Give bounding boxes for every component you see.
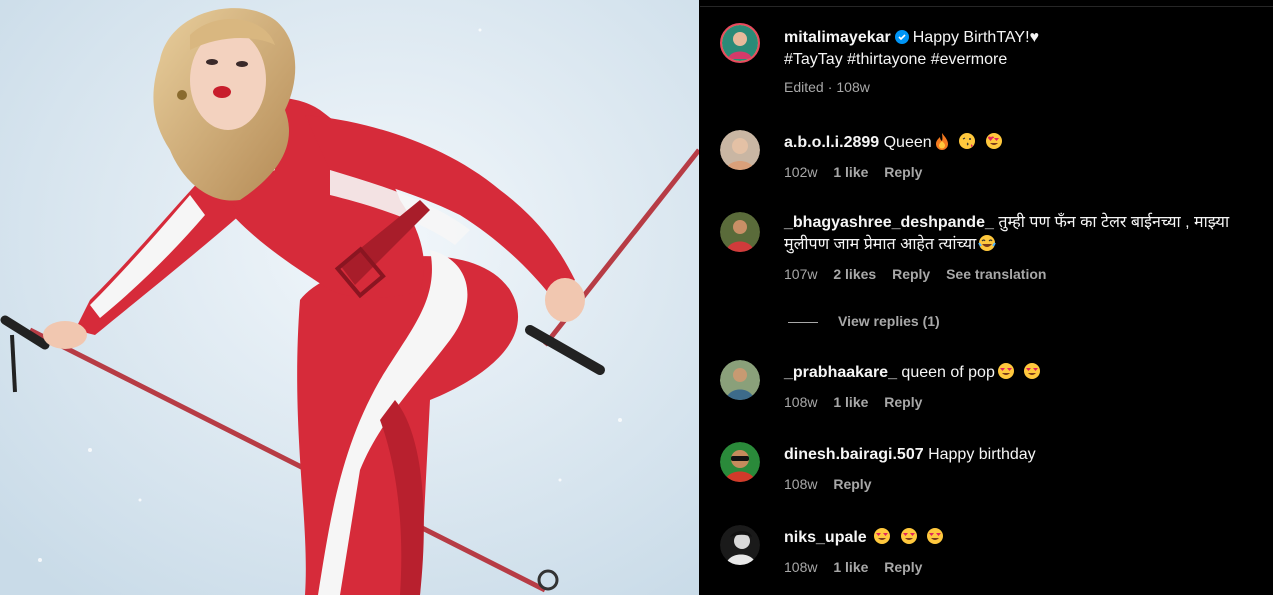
fire-emoji-icon: [935, 133, 948, 150]
heart-eyes-emoji-icon: [985, 133, 1002, 149]
reply-button[interactable]: Reply: [892, 266, 930, 282]
comment-time[interactable]: 107w: [784, 266, 817, 282]
edited-label: Edited: [784, 79, 824, 95]
comment-username[interactable]: _bhagyashree_deshpande_: [784, 214, 994, 231]
laughing-emoji-icon: [978, 235, 997, 251]
avatar-image: [720, 130, 760, 170]
kiss-emoji-icon: [959, 133, 976, 149]
comment-likes[interactable]: 1 like: [833, 559, 868, 575]
caption-text: Happy BirthTAY!♥: [912, 29, 1040, 46]
heart-eyes-emoji-icon: [900, 528, 917, 544]
post-time[interactable]: 108w: [836, 79, 869, 95]
comment-time[interactable]: 108w: [784, 394, 817, 410]
view-replies-label: View replies (1): [838, 313, 940, 329]
comment-text: Queen: [883, 134, 932, 151]
comment-username[interactable]: _prabhaakare_: [784, 364, 897, 381]
caption-hashtags[interactable]: #TayTay #thirtayone #evermore: [784, 49, 1259, 71]
replies-line: [788, 321, 818, 323]
comment-time[interactable]: 102w: [784, 164, 817, 180]
post-author[interactable]: mitalimayekar: [784, 29, 891, 46]
comment-likes[interactable]: 1 like: [833, 164, 868, 180]
comment-likes[interactable]: 2 likes: [833, 266, 876, 282]
heart-eyes-emoji-icon: [1024, 363, 1041, 379]
comment-username[interactable]: a.b.o.l.i.2899: [784, 134, 879, 151]
avatar[interactable]: [720, 525, 760, 565]
comment-username[interactable]: niks_upale: [784, 529, 867, 546]
heart-eyes-emoji-icon: [927, 528, 944, 544]
reply-button[interactable]: Reply: [884, 164, 922, 180]
verified-badge-icon: [894, 30, 909, 44]
avatar-image: [720, 442, 760, 482]
avatar-image: [722, 25, 758, 61]
comment-likes[interactable]: 1 like: [833, 394, 868, 410]
comment-time[interactable]: 108w: [784, 559, 817, 575]
heart-eyes-emoji-icon: [874, 528, 891, 544]
avatar[interactable]: [720, 23, 760, 63]
avatar[interactable]: [720, 442, 760, 482]
heart-eyes-emoji-icon: [997, 363, 1014, 379]
divider: [700, 6, 1273, 7]
reply-button[interactable]: Reply: [884, 394, 922, 410]
avatar[interactable]: [720, 360, 760, 400]
avatar-image: [720, 525, 760, 565]
view-replies-button[interactable]: View replies (1): [788, 313, 940, 329]
skier-photo: [0, 0, 699, 595]
reply-button[interactable]: Reply: [884, 559, 922, 575]
post-image[interactable]: [0, 0, 699, 595]
avatar[interactable]: [720, 212, 760, 252]
avatar[interactable]: [720, 130, 760, 170]
comment-text: queen of pop: [901, 364, 995, 381]
comments-panel: mitalimayekar Happy BirthTAY!♥ #TayTay #t…: [700, 0, 1273, 595]
comment-text: Happy birthday: [928, 446, 1036, 463]
reply-button[interactable]: Reply: [833, 476, 871, 492]
avatar-image: [720, 212, 760, 252]
see-translation-link[interactable]: See translation: [946, 266, 1046, 282]
comment-time[interactable]: 108w: [784, 476, 817, 492]
comment-username[interactable]: dinesh.bairagi.507: [784, 446, 924, 463]
avatar-image: [720, 360, 760, 400]
